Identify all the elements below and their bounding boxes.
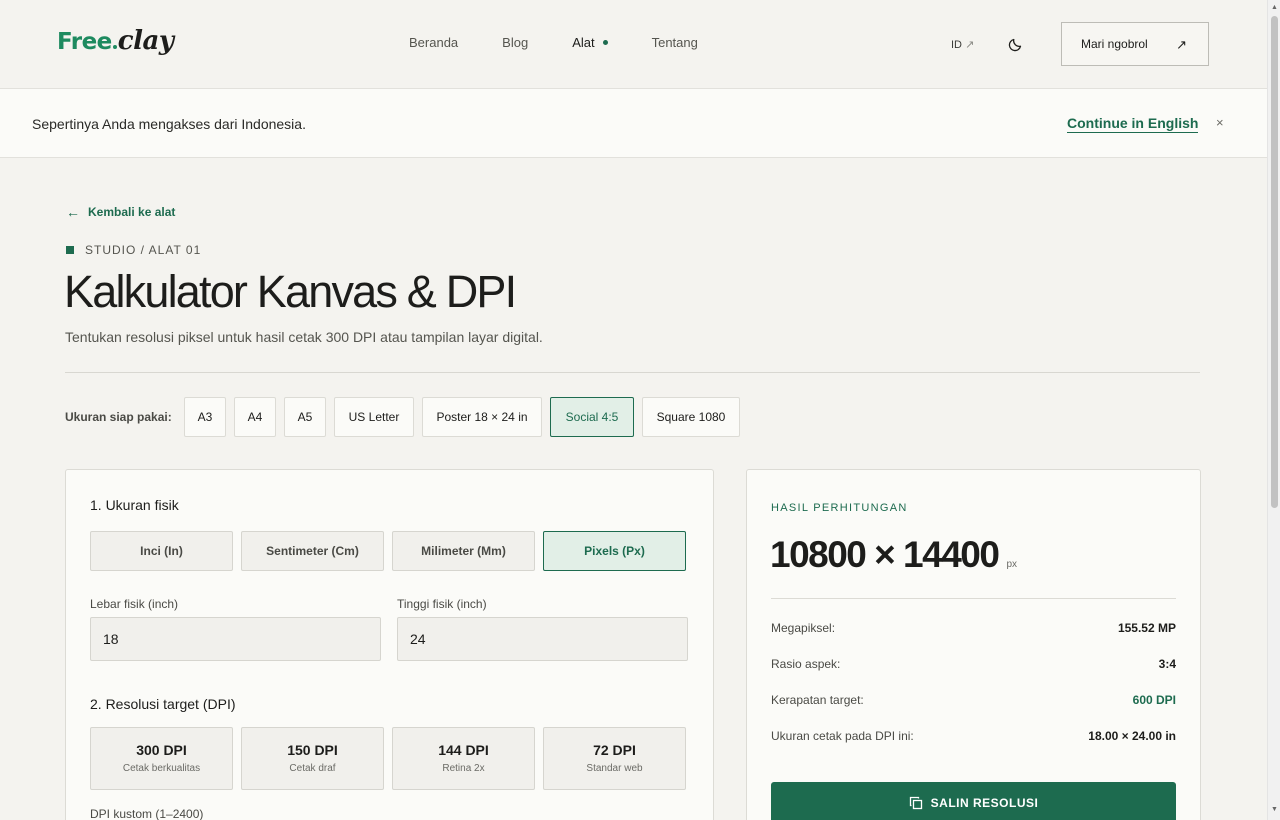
result-unit: px (1006, 559, 1018, 570)
dpi-value: 72 DPI (593, 742, 636, 758)
continue-in-english-link[interactable]: Continue in English (1067, 115, 1199, 133)
dpi-description: Standar web (586, 763, 643, 774)
preset-square-1080[interactable]: Square 1080 (642, 397, 740, 437)
stat-print-size: Ukuran cetak pada DPI ini: 18.00 × 24.00… (771, 729, 1176, 743)
logo[interactable]: Free clay (57, 26, 174, 62)
preset-a4[interactable]: A4 (234, 397, 276, 437)
result-resolution: 10800 × 14400 px (770, 534, 1017, 576)
height-input[interactable]: 24 (397, 617, 688, 661)
width-input[interactable]: 18 (90, 617, 381, 661)
external-arrow-icon: ↗ (965, 39, 975, 51)
section-title-size: 1. Ukuran fisik (90, 497, 179, 513)
banner-text: Sepertinya Anda mengakses dari Indonesia… (32, 116, 306, 132)
dpi-options: 300 DPI Cetak berkualitas 150 DPI Cetak … (90, 727, 694, 790)
arrow-up-right-icon: ↗ (1176, 37, 1187, 52)
page-subtitle: Tentukan resolusi piksel untuk hasil cet… (65, 329, 543, 345)
nav-item-blog[interactable]: Blog (502, 35, 528, 50)
nav-item-alat-label: Alat (572, 35, 595, 50)
height-label: Tinggi fisik (inch) (397, 597, 487, 611)
stat-value: 18.00 × 24.00 in (1088, 729, 1176, 743)
dpi-72-button[interactable]: 72 DPI Standar web (543, 727, 686, 790)
dpi-value: 144 DPI (438, 742, 489, 758)
unit-cm-button[interactable]: Sentimeter (Cm) (241, 531, 384, 571)
close-icon[interactable]: × (1216, 115, 1224, 130)
dpi-value: 300 DPI (136, 742, 187, 758)
dpi-description: Cetak berkualitas (122, 763, 201, 774)
preset-a3[interactable]: A3 (184, 397, 226, 437)
eyebrow: STUDIO / ALAT 01 (66, 243, 201, 257)
custom-dpi-label: DPI kustom (1–2400) (90, 807, 204, 820)
preset-a5[interactable]: A5 (284, 397, 326, 437)
nav-item-alat[interactable]: Alat (572, 35, 608, 50)
stat-value: 155.52 MP (1117, 621, 1176, 635)
dpi-144-button[interactable]: 144 DPI Retina 2x (392, 727, 535, 790)
stat-aspect-ratio: Rasio aspek: 3:4 (771, 657, 1176, 671)
result-value: 10800 × 14400 (770, 534, 1000, 575)
result-panel: HASIL PERHITUNGAN 10800 × 14400 px Megap… (746, 469, 1201, 820)
stat-target-density: Kerapatan target: 600 DPI (771, 693, 1176, 707)
input-panel: 1. Ukuran fisik Inci (In) Sentimeter (Cm… (65, 469, 714, 820)
logo-dot (112, 45, 117, 49)
stat-key: Rasio aspek: (771, 657, 841, 671)
eyebrow-text: STUDIO / ALAT 01 (85, 243, 202, 257)
dpi-description: Retina 2x (442, 763, 485, 774)
stat-key: Ukuran cetak pada DPI ini: (771, 729, 914, 743)
stat-key: Megapiksel: (771, 621, 836, 635)
copy-resolution-button[interactable]: SALIN RESOLUSI (771, 782, 1176, 820)
chat-button[interactable]: Mari ngobrol ↗ (1061, 22, 1209, 66)
copy-icon (909, 796, 922, 810)
unit-selector: Inci (In) Sentimeter (Cm) Milimeter (Mm)… (90, 531, 694, 571)
unit-mm-button[interactable]: Milimeter (Mm) (392, 531, 535, 571)
copy-button-label: SALIN RESOLUSI (930, 796, 1039, 810)
active-indicator-dot (602, 40, 608, 45)
dpi-150-button[interactable]: 150 DPI Cetak draf (241, 727, 384, 790)
divider (65, 372, 1200, 373)
language-switch[interactable]: ID ↗ (951, 38, 974, 51)
logo-free-text: Free (57, 29, 112, 55)
chat-button-label: Mari ngobrol (1081, 37, 1148, 51)
preset-us-letter[interactable]: US Letter (334, 397, 414, 437)
nav-item-beranda[interactable]: Beranda (409, 35, 458, 50)
result-label: HASIL PERHITUNGAN (771, 502, 908, 514)
stat-value: 600 DPI (1132, 693, 1176, 707)
locale-banner: Sepertinya Anda mengakses dari Indonesia… (0, 89, 1267, 158)
eyebrow-square-icon (66, 246, 74, 254)
back-to-tools-link[interactable]: ← Kembali ke alat (66, 204, 175, 220)
dpi-300-button[interactable]: 300 DPI Cetak berkualitas (90, 727, 233, 790)
unit-inch-button[interactable]: Inci (In) (90, 531, 233, 571)
arrow-left-icon: ← (66, 204, 80, 220)
scroll-up-icon[interactable]: ▲ (1271, 4, 1278, 11)
presets-label: Ukuran siap pakai: (65, 410, 172, 424)
site-header: Free clay Beranda Blog Alat Tentang ID ↗… (0, 0, 1267, 89)
main-nav: Beranda Blog Alat Tentang (409, 35, 742, 50)
stat-megapixel: Megapiksel: 155.52 MP (771, 621, 1176, 635)
width-label: Lebar fisik (inch) (90, 597, 179, 611)
dpi-value: 150 DPI (287, 742, 338, 758)
dpi-description: Cetak draf (289, 763, 336, 774)
scrollbar-thumb[interactable] (1271, 16, 1278, 508)
logo-clay-text: clay (117, 26, 174, 56)
preset-poster[interactable]: Poster 18 × 24 in (422, 397, 542, 437)
nav-item-tentang[interactable]: Tentang (652, 35, 698, 50)
moon-icon[interactable] (1008, 36, 1024, 52)
page-title: Kalkulator Kanvas & DPI (64, 266, 517, 317)
unit-px-button[interactable]: Pixels (Px) (543, 531, 686, 571)
section-title-dpi: 2. Resolusi target (DPI) (90, 696, 236, 712)
preset-social-4-5[interactable]: Social 4:5 (550, 397, 634, 437)
language-label: ID (951, 39, 962, 51)
scroll-down-icon[interactable]: ▼ (1271, 806, 1278, 813)
scrollbar[interactable]: ▲ ▼ (1267, 0, 1280, 820)
back-link-label: Kembali ke alat (88, 205, 176, 219)
stat-key: Kerapatan target: (771, 693, 864, 707)
stat-value: 3:4 (1158, 657, 1176, 671)
preset-list: A3 A4 A5 US Letter Poster 18 × 24 in Soc… (184, 397, 748, 437)
result-divider (771, 598, 1176, 599)
